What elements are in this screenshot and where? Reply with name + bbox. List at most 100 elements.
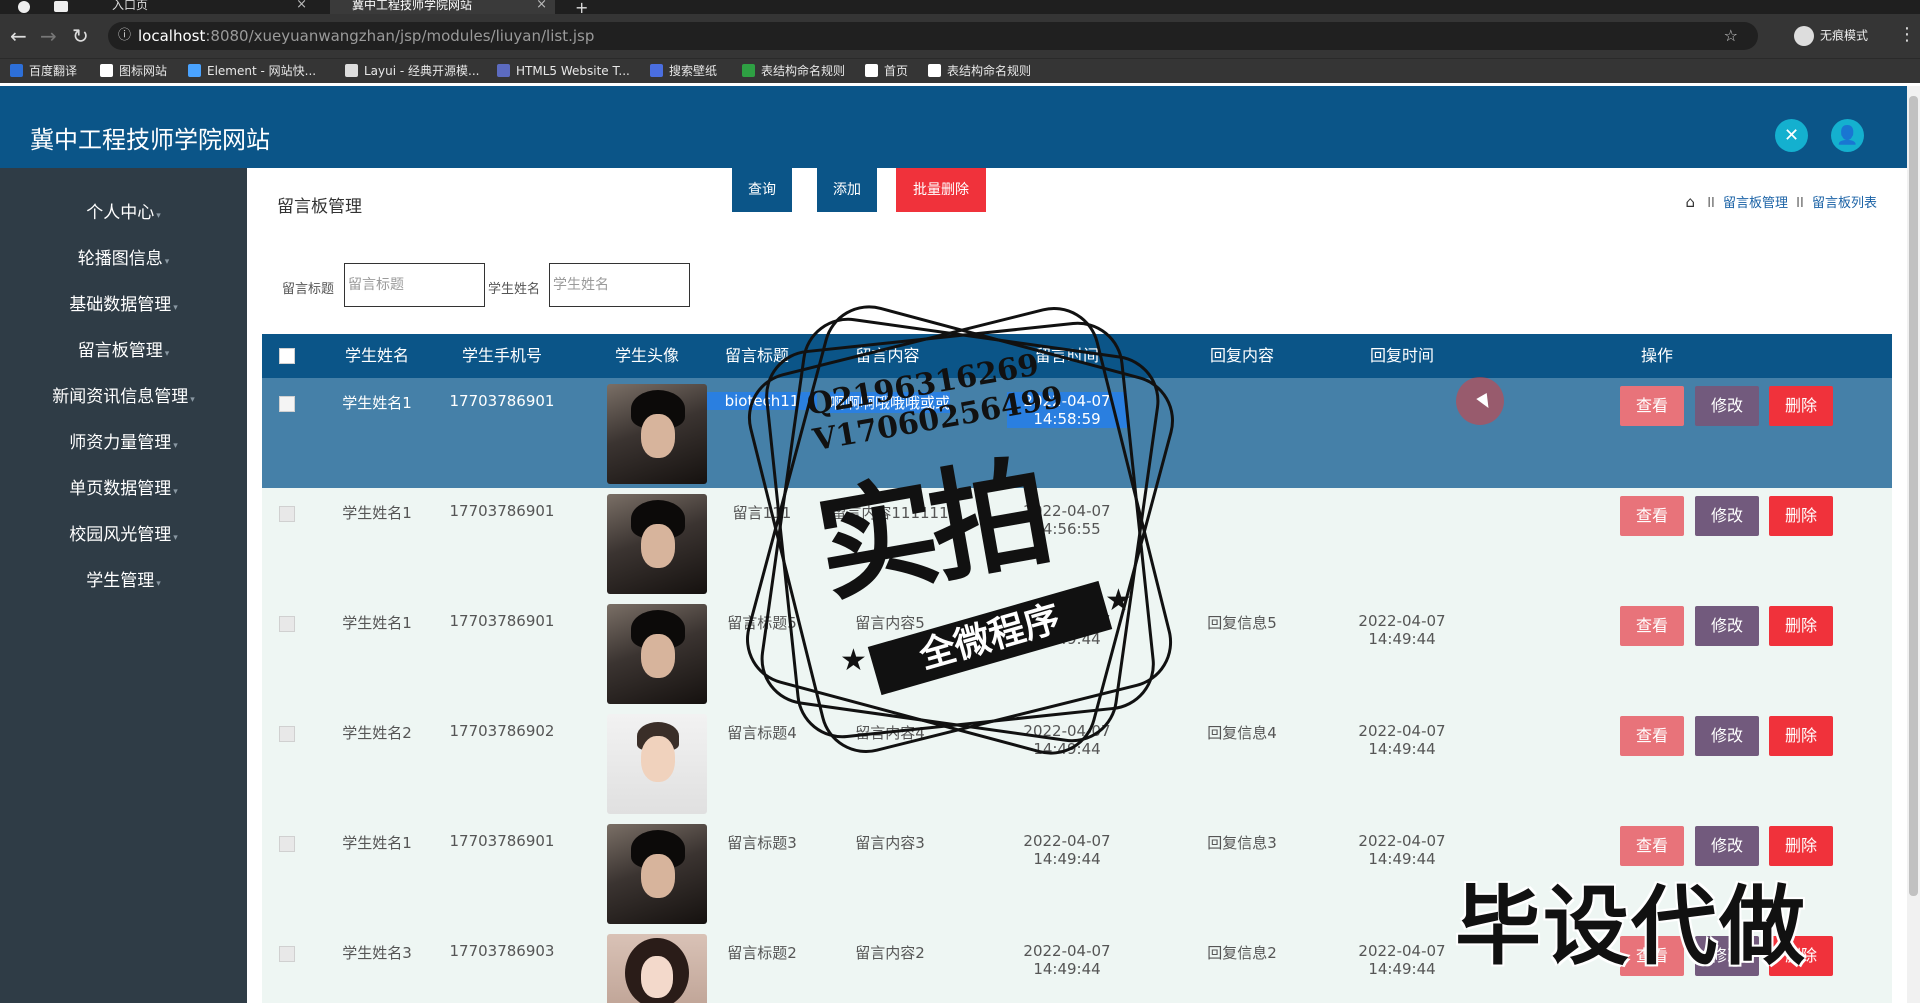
student-avatar [607, 604, 707, 704]
row-checkbox[interactable] [279, 836, 295, 852]
chevron-down-icon: ▾ [173, 441, 178, 451]
bookmark-item[interactable]: 表结构命名规则 [742, 63, 845, 79]
home-icon[interactable]: ⌂ [1686, 193, 1696, 211]
edit-button[interactable]: 修改 [1695, 496, 1759, 536]
bookmark-favicon-icon [865, 64, 878, 77]
delete-button[interactable]: 删除 [1769, 496, 1833, 536]
view-button[interactable]: 查看 [1620, 496, 1684, 536]
bookmark-favicon-icon [10, 64, 23, 77]
reload-icon[interactable]: ↻ [72, 24, 89, 48]
delete-button[interactable]: 删除 [1769, 386, 1833, 426]
row-checkbox[interactable] [279, 616, 295, 632]
bookmark-label: 表结构命名规则 [947, 64, 1032, 78]
title-filter-label: 留言标题 [282, 282, 335, 297]
tab-title: 入口页 [112, 0, 149, 12]
breadcrumb-separator: II [1707, 196, 1715, 211]
bookmark-item[interactable]: 百度翻译 [10, 63, 77, 79]
tab-group-icon[interactable] [54, 1, 68, 12]
query-button[interactable]: 查询 [732, 168, 792, 212]
column-header[interactable]: 学生头像 [587, 334, 707, 378]
scrollbar-thumb[interactable] [1909, 96, 1918, 896]
column-header[interactable]: 回复时间 [1342, 334, 1462, 378]
breadcrumb-item-message-list[interactable]: 留言板列表 [1812, 196, 1877, 211]
incognito-icon [1794, 26, 1814, 46]
back-arrow-icon[interactable]: ← [10, 24, 27, 48]
incognito-indicator[interactable]: 无痕模式 [1794, 26, 1868, 46]
column-header[interactable]: 操作 [1532, 334, 1782, 378]
breadcrumb-item-message-board[interactable]: 留言板管理 [1723, 196, 1788, 211]
row-checkbox[interactable] [279, 506, 295, 522]
browser-tab-active[interactable]: 冀中工程技师学院网站 × [330, 0, 555, 14]
fullscreen-icon[interactable]: ✕ [1775, 119, 1808, 152]
forward-arrow-icon[interactable]: → [40, 24, 57, 48]
name-filter-input[interactable] [549, 263, 690, 307]
sidebar-item-2[interactable]: 基础数据管理 ▾ [0, 282, 247, 328]
sidebar-item-label: 新闻资讯信息管理 [52, 387, 189, 407]
batch-delete-button[interactable]: 批量删除 [896, 168, 986, 212]
corner-watermark-text: 毕设代做 [1455, 877, 1807, 977]
edit-button[interactable]: 修改 [1695, 606, 1759, 646]
sidebar-item-7[interactable]: 校园风光管理 ▾ [0, 512, 247, 558]
bookmark-item[interactable]: 图标网站 [100, 63, 167, 79]
sidebar-item-label: 个人中心 [86, 203, 155, 223]
view-button[interactable]: 查看 [1620, 606, 1684, 646]
watermark-stamp: Q2196316269 V17060256499 实拍 全微程序 ★ ★ [720, 295, 1200, 765]
title-filter-input[interactable] [344, 263, 485, 307]
sidebar-item-3[interactable]: 留言板管理 ▾ [0, 328, 247, 374]
cell-reply-time: 2022-04-07 14:49:44 [1358, 612, 1446, 648]
close-tab-icon[interactable]: × [296, 0, 307, 11]
column-header[interactable]: 回复内容 [1197, 334, 1287, 378]
sidebar-item-8[interactable]: 学生管理 ▾ [0, 558, 247, 604]
bookmark-item[interactable]: Element - 网站快... [188, 63, 316, 79]
sidebar-item-label: 学生管理 [86, 571, 155, 591]
bookmark-item[interactable]: 表结构命名规则 [928, 63, 1031, 79]
close-tab-icon[interactable]: × [536, 0, 547, 11]
cell-time: 2022-04-07 14:49:44 [1023, 832, 1111, 868]
cell-title: 留言标题3 [727, 834, 797, 852]
url-input[interactable]: ⓘ localhost:8080/xueyuanwangzhan/jsp/mod… [108, 22, 1758, 50]
bookmark-item[interactable]: HTML5 Website T... [497, 63, 630, 79]
site-info-icon[interactable]: ⓘ [118, 22, 131, 50]
add-button[interactable]: 添加 [817, 168, 877, 212]
sidebar-item-4[interactable]: 新闻资讯信息管理 ▾ [0, 374, 247, 420]
cell-name: 学生姓名1 [342, 834, 412, 852]
bookmark-item[interactable]: 首页 [865, 63, 908, 79]
edit-button[interactable]: 修改 [1695, 716, 1759, 756]
row-checkbox[interactable] [279, 946, 295, 962]
bookmark-item[interactable]: Layui - 经典开源模... [345, 63, 479, 79]
view-button[interactable]: 查看 [1620, 716, 1684, 756]
bookmark-star-icon[interactable]: ☆ [1724, 22, 1738, 50]
bookmark-item[interactable]: 搜索壁纸 [650, 63, 717, 79]
delete-button[interactable]: 删除 [1769, 716, 1833, 756]
browser-tab-entry[interactable]: 入口页 × [90, 0, 315, 14]
delete-button[interactable]: 删除 [1769, 606, 1833, 646]
user-profile-icon[interactable]: 👤 [1831, 119, 1864, 152]
select-all-checkbox[interactable] [279, 348, 295, 364]
cell-phone: 17703786901 [449, 832, 555, 850]
column-header[interactable]: 学生姓名 [322, 334, 432, 378]
page-scrollbar[interactable] [1907, 86, 1920, 1003]
edit-button[interactable]: 修改 [1695, 386, 1759, 426]
tab-title: 冀中工程技师学院网站 [352, 0, 473, 12]
sidebar-item-0[interactable]: 个人中心 ▾ [0, 190, 247, 236]
cell-title: 留言标题2 [727, 944, 797, 962]
cell-phone: 17703786903 [449, 942, 555, 960]
row-checkbox[interactable] [279, 396, 295, 412]
chevron-down-icon: ▾ [156, 211, 161, 221]
sidebar-item-1[interactable]: 轮播图信息 ▾ [0, 236, 247, 282]
browser-menu-icon[interactable]: ⋮ [1898, 24, 1916, 45]
mouse-cursor-highlight [1456, 377, 1504, 425]
stamp-star-icon: ★ [1105, 583, 1132, 618]
sidebar-item-5[interactable]: 师资力量管理 ▾ [0, 420, 247, 466]
sidebar-item-label: 轮播图信息 [77, 249, 163, 269]
chevron-down-icon: ▾ [173, 303, 178, 313]
cell-time: 2022-04-07 14:49:44 [1023, 942, 1111, 978]
column-header[interactable]: 学生手机号 [447, 334, 557, 378]
bookmark-label: 图标网站 [119, 64, 168, 78]
sidebar-item-6[interactable]: 单页数据管理 ▾ [0, 466, 247, 512]
app-header: 冀中工程技师学院网站 ✕ 👤 [0, 86, 1907, 168]
cell-reply: 回复信息2 [1207, 944, 1277, 962]
view-button[interactable]: 查看 [1620, 386, 1684, 426]
cell-name: 学生姓名1 [342, 614, 412, 632]
row-checkbox[interactable] [279, 726, 295, 742]
